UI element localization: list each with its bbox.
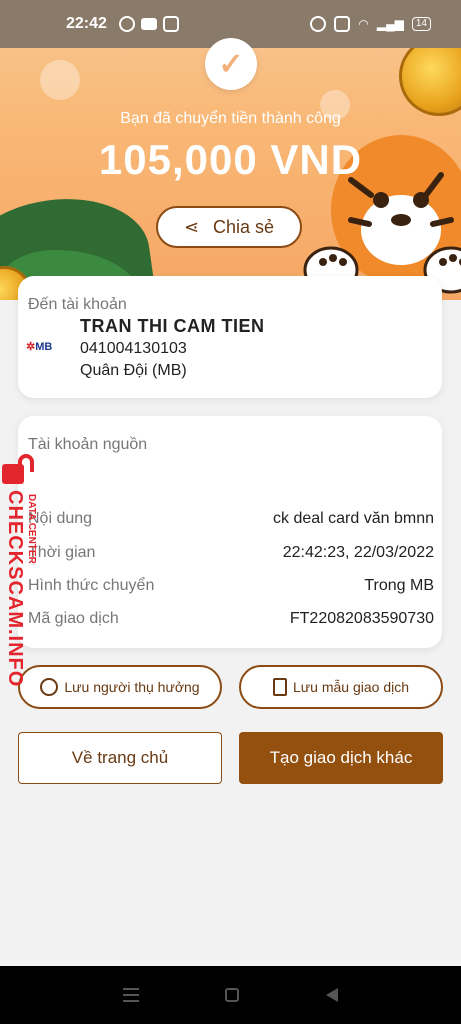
wifi-icon: ◠ <box>358 17 369 31</box>
detail-row: Thời gian 22:42:23, 22/03/2022 <box>28 544 434 562</box>
transfer-amount: 105,000 VND <box>98 136 363 183</box>
detail-key: Hình thức chuyển <box>28 577 155 594</box>
recipient-card: Đến tài khoản ✲MB TRAN THI CAM TIEN 0410… <box>18 276 442 398</box>
detail-value: Trong MB <box>364 577 434 594</box>
youtube-icon <box>140 18 157 30</box>
watermark-subtext: DATA CENTER <box>26 494 37 564</box>
status-time: 22:42 <box>66 15 107 32</box>
detail-row: Hình thức chuyển Trong MB <box>28 577 434 595</box>
recipient-label: Đến tài khoản <box>28 296 127 313</box>
detail-value: FT22082083590730 <box>289 610 434 627</box>
instagram-icon <box>162 16 179 32</box>
detail-row: Nội dung ck deal card văn bmnn <box>28 510 434 528</box>
alarm-off-icon <box>310 16 327 32</box>
detail-value: 22:42:23, 22/03/2022 <box>282 544 434 561</box>
mb-bank-logo: ✲MB <box>26 341 53 353</box>
check-circle-icon <box>118 16 135 32</box>
success-check-icon: ✓ <box>205 38 257 90</box>
share-label: Chia sẻ <box>213 216 275 237</box>
transaction-details-card: Tài khoản nguồn Nội dung ck deal card vă… <box>18 416 442 648</box>
recipient-bank-name: Quân Đội (MB) <box>80 362 187 379</box>
detail-value: ck deal card văn bmnn <box>273 510 434 527</box>
gold-coin-decoration <box>399 36 461 116</box>
lock-icon <box>2 454 34 488</box>
home-button[interactable]: Về trang chủ <box>18 732 222 784</box>
save-beneficiary-button[interactable]: Lưu người thụ hưởng <box>18 665 222 709</box>
detail-key: Mã giao dịch <box>28 610 119 627</box>
receipt-icon <box>273 678 287 696</box>
back-icon[interactable] <box>325 988 338 1002</box>
save-template-label: Lưu mẫu giao dịch <box>293 679 409 695</box>
recent-apps-icon[interactable] <box>123 988 140 1002</box>
source-account-label: Tài khoản nguồn <box>28 436 148 453</box>
home-icon[interactable] <box>225 988 240 1002</box>
save-beneficiary-label: Lưu người thụ hưởng <box>64 679 200 695</box>
detail-row: Mã giao dịch FT22082083590730 <box>28 610 434 628</box>
signal-icon: ▂▄▆ <box>376 17 404 31</box>
system-nav-bar <box>0 966 461 1024</box>
success-message: Bạn đã chuyển tiền thành công <box>120 110 341 127</box>
user-icon <box>40 678 59 696</box>
detail-key: Thời gian <box>28 544 96 561</box>
save-template-button[interactable]: Lưu mẫu giao dịch <box>239 665 443 709</box>
detail-key: Nội dung <box>28 510 93 527</box>
watermark-text: CHECKSCAM.INFO <box>4 490 26 688</box>
share-icon: ⋖ <box>183 216 200 237</box>
recipient-account-number: 041004130103 <box>80 340 187 357</box>
recipient-name: TRAN THI CAM TIEN <box>80 316 265 336</box>
shield-icon <box>334 16 351 32</box>
battery-icon: 14 <box>411 17 431 31</box>
blossom-decoration <box>40 60 80 100</box>
new-transaction-button[interactable]: Tạo giao dịch khác <box>239 732 443 784</box>
share-button[interactable]: ⋖ Chia sẻ <box>156 206 302 248</box>
